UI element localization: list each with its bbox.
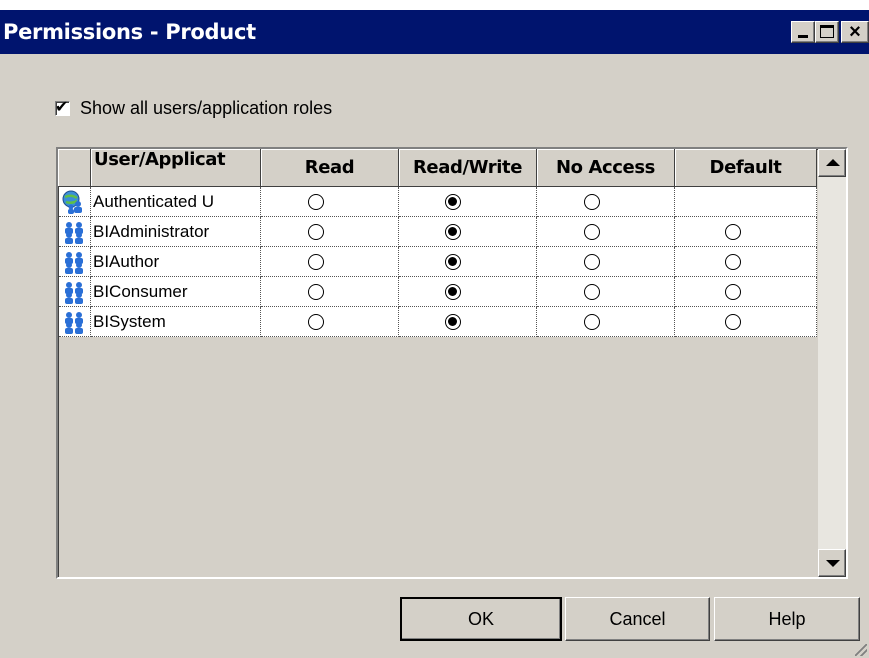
cell-no-access [537,187,675,217]
radio-read[interactable] [308,314,324,330]
cancel-button[interactable]: Cancel [565,597,710,641]
header-corner [58,149,91,187]
radio-read-write[interactable] [445,194,461,210]
scroll-up-button[interactable] [818,149,846,177]
cell-no-access [537,307,675,337]
row-name: BIAdministrator [91,217,261,247]
radio-read[interactable] [308,224,324,240]
cell-default [675,277,817,307]
cell-read [261,187,399,217]
radio-no-access[interactable] [584,194,600,210]
cell-read-write [399,187,537,217]
minimize-button[interactable] [791,21,815,43]
row-icon-cell [59,247,91,277]
cell-default [675,217,817,247]
maximize-icon [820,25,834,38]
radio-default[interactable] [725,284,741,300]
show-all-label: Show all users/application roles [80,97,333,118]
close-button[interactable]: × [841,21,869,43]
users-icon [65,312,83,334]
radio-default[interactable] [725,224,741,240]
radio-default[interactable] [725,314,741,330]
radio-default[interactable] [725,254,741,270]
vertical-scrollbar[interactable] [818,149,846,577]
header-user[interactable]: User/Applicat [91,149,261,187]
cell-read-write [399,247,537,277]
users-icon [65,222,83,244]
table-row[interactable]: BIAdministrator [59,217,817,247]
close-icon: × [849,21,861,43]
title-bar[interactable]: Permissions - Product × [0,10,869,54]
grid-body: Authenticated U BIAdministrator BIAuthor BI… [59,187,817,577]
radio-read-write[interactable] [445,314,461,330]
radio-read[interactable] [308,284,324,300]
ok-button[interactable]: OK [400,597,562,641]
header-no-access[interactable]: No Access [537,149,675,187]
radio-read[interactable] [308,194,324,210]
header-read[interactable]: Read [261,149,399,187]
scroll-down-button[interactable] [818,549,846,577]
radio-no-access[interactable] [584,224,600,240]
show-all-checkbox[interactable]: ✔ [55,99,70,116]
checkmark-icon: ✔ [55,98,69,116]
table-row[interactable]: BISystem [59,307,817,337]
arrow-down-icon [826,560,840,567]
show-all-option[interactable]: ✔ Show all users/application roles [55,98,332,118]
radio-read-write[interactable] [445,224,461,240]
cell-read-write [399,277,537,307]
cell-default [675,247,817,277]
row-icon-cell [59,187,91,217]
cell-read [261,307,399,337]
cell-read-write [399,307,537,337]
window-title: Permissions - Product [3,20,256,44]
users-icon [65,282,83,304]
radio-no-access[interactable] [584,284,600,300]
row-icon-cell [59,277,91,307]
cell-default [675,307,817,337]
radio-read-write[interactable] [445,284,461,300]
cell-read [261,217,399,247]
maximize-button[interactable] [815,21,839,43]
cell-read [261,247,399,277]
header-default[interactable]: Default [675,149,817,187]
globe-users-icon [62,190,82,214]
cell-read [261,277,399,307]
table-row[interactable]: BIAuthor [59,247,817,277]
radio-no-access[interactable] [584,254,600,270]
row-icon-cell [59,307,91,337]
help-button[interactable]: Help [714,597,860,641]
users-icon [65,252,83,274]
permissions-dialog: ✔ Show all users/application roles User/… [0,54,869,658]
row-name: Authenticated U [91,187,261,217]
cell-no-access [537,217,675,247]
arrow-up-icon [826,159,840,166]
cell-no-access [537,277,675,307]
cell-read-write [399,217,537,247]
radio-read[interactable] [308,254,324,270]
cell-default [675,187,817,217]
minimize-icon [798,35,808,38]
table-row[interactable]: Authenticated U [59,187,817,217]
radio-no-access[interactable] [584,314,600,330]
row-name: BIConsumer [91,277,261,307]
resize-grip[interactable] [855,644,867,656]
radio-read-write[interactable] [445,254,461,270]
permissions-grid: User/Applicat Read Read/Write No Access … [56,147,848,579]
cell-no-access [537,247,675,277]
row-icon-cell [59,217,91,247]
header-read-write[interactable]: Read/Write [399,149,537,187]
table-row[interactable]: BIConsumer [59,277,817,307]
row-name: BIAuthor [91,247,261,277]
row-name: BISystem [91,307,261,337]
